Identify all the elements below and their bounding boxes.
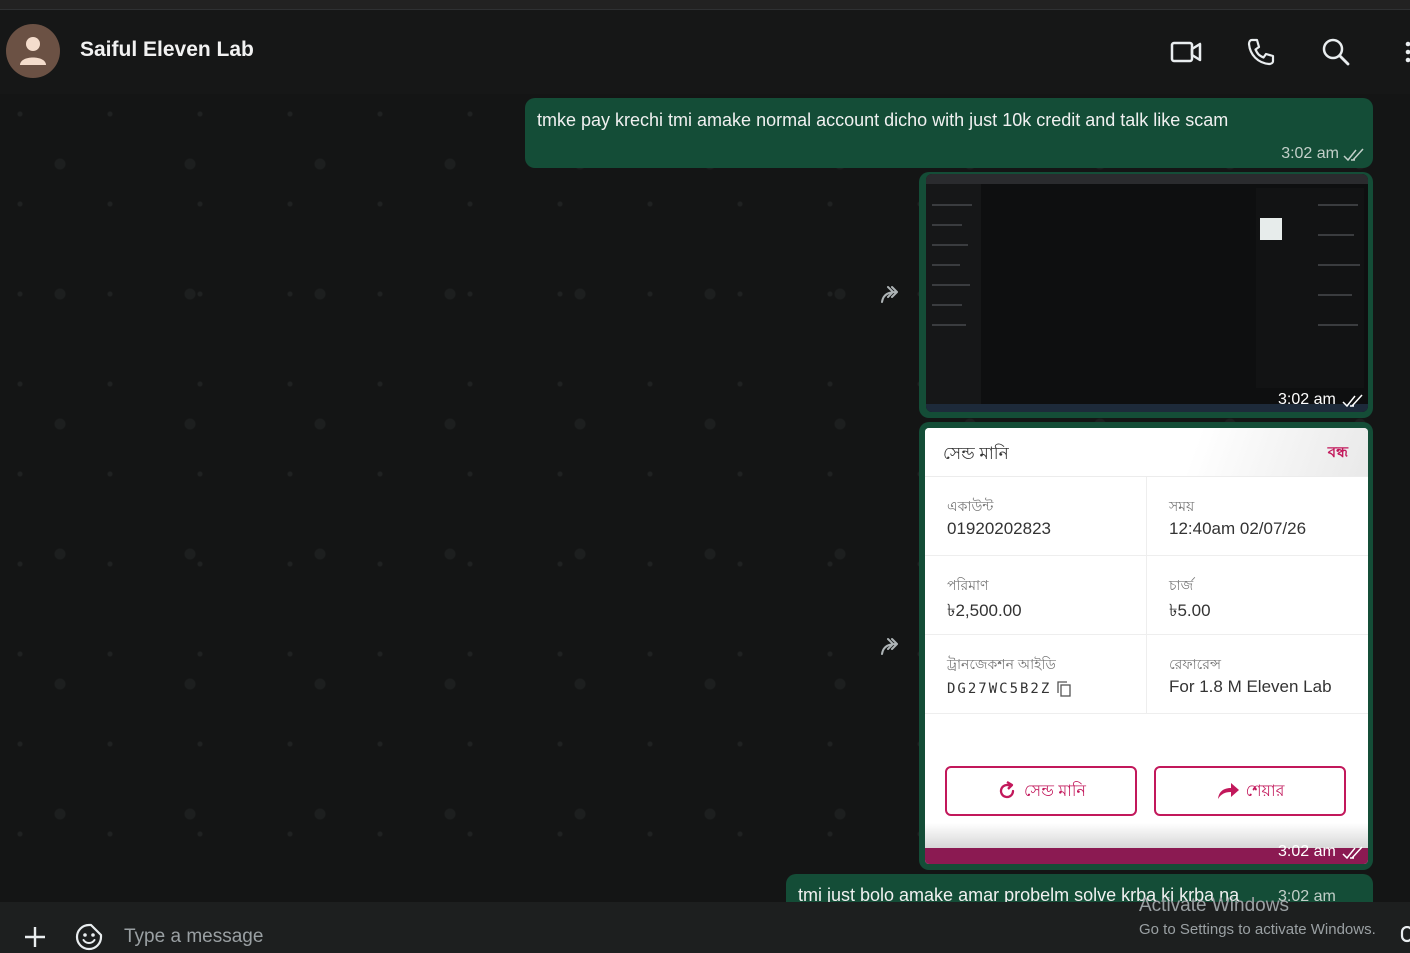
receipt-time: 3:02 am (1278, 843, 1336, 860)
attach-plus-icon[interactable] (24, 926, 46, 948)
forward-icon[interactable] (878, 636, 908, 658)
screenshot-thumbnail[interactable] (926, 174, 1368, 412)
receipt-title: সেন্ড মানি (943, 444, 1009, 463)
time-cell: সময় 12:40am 02/07/26 (1147, 477, 1368, 556)
trxid-cell: ট্রানজেকশন আইডি DG27WC5B2Z (925, 635, 1147, 714)
reference-cell: রেফারেন্স For 1.8 M Eleven Lab (1147, 635, 1368, 714)
reference-label: রেফারেন্স (1169, 656, 1222, 672)
image-time: 3:02 am (1278, 391, 1336, 408)
message-text: tmke pay krechi tmi amake normal account… (537, 110, 1229, 130)
video-call-icon[interactable] (1168, 34, 1204, 70)
trxid-value-row: DG27WC5B2Z (947, 681, 1071, 697)
person-icon (20, 37, 46, 65)
trxid-label: ট্রানজেকশন আইডি (947, 656, 1056, 672)
menu-icon[interactable] (1396, 34, 1410, 70)
share-button[interactable]: শেয়ার (1154, 766, 1346, 816)
time-value: 12:40am 02/07/26 (1169, 519, 1307, 538)
amount-label: পরিমাণ (947, 577, 989, 593)
contact-name[interactable]: Saiful Eleven Lab (80, 38, 254, 62)
window-top-strip (0, 0, 1410, 10)
message-time: 3:02 am (1281, 145, 1339, 162)
microphone-icon[interactable] (1400, 926, 1410, 950)
activate-windows-subtitle: Go to Settings to activate Windows. (1139, 921, 1376, 938)
receipt-header: সেন্ড মানি বন্ধ (925, 428, 1368, 477)
message-input[interactable]: Type a message (124, 926, 263, 948)
reference-value: For 1.8 M Eleven Lab (1169, 677, 1332, 696)
forward-icon[interactable] (878, 284, 908, 306)
read-ticks-icon (1343, 148, 1364, 162)
amount-value: ৳2,500.00 (947, 601, 1022, 620)
charge-cell: চার্জ ৳5.00 (1147, 556, 1368, 635)
charge-label: চার্জ (1169, 577, 1194, 593)
charge-value: ৳5.00 (1169, 601, 1211, 620)
amount-cell: পরিমাণ ৳2,500.00 (925, 556, 1147, 635)
account-value: 01920202823 (947, 519, 1052, 538)
chat-header: Saiful Eleven Lab (0, 10, 1410, 94)
sticker-icon[interactable] (75, 923, 103, 951)
outgoing-message[interactable]: tmke pay krechi tmi amake normal account… (525, 98, 1373, 168)
trxid-value: DG27WC5B2Z (947, 681, 1052, 697)
refresh-icon (999, 781, 1015, 799)
voice-call-icon[interactable] (1243, 34, 1279, 70)
receipt-card[interactable]: সেন্ড মানি বন্ধ একাউন্ট 01920202823 সময়… (925, 428, 1368, 864)
close-button[interactable]: বন্ধ (1328, 441, 1348, 466)
contact-avatar[interactable] (6, 24, 60, 78)
read-ticks-icon (1342, 394, 1363, 408)
account-cell: একাউন্ট 01920202823 (925, 477, 1147, 556)
chat-area[interactable]: tmke pay krechi tmi amake normal account… (0, 94, 1410, 902)
account-label: একাউন্ট (947, 498, 994, 514)
copy-icon[interactable] (1057, 681, 1071, 697)
send-money-again-label: সেন্ড মানি (1024, 782, 1086, 800)
send-money-again-button[interactable]: সেন্ড মানি (945, 766, 1137, 816)
activate-windows-title: Activate Windows (1139, 895, 1289, 916)
read-ticks-icon (1342, 846, 1363, 860)
time-label: সময় (1169, 498, 1195, 514)
share-icon (1217, 783, 1239, 799)
search-icon[interactable] (1318, 34, 1354, 70)
share-label: শেয়ার (1245, 782, 1285, 800)
